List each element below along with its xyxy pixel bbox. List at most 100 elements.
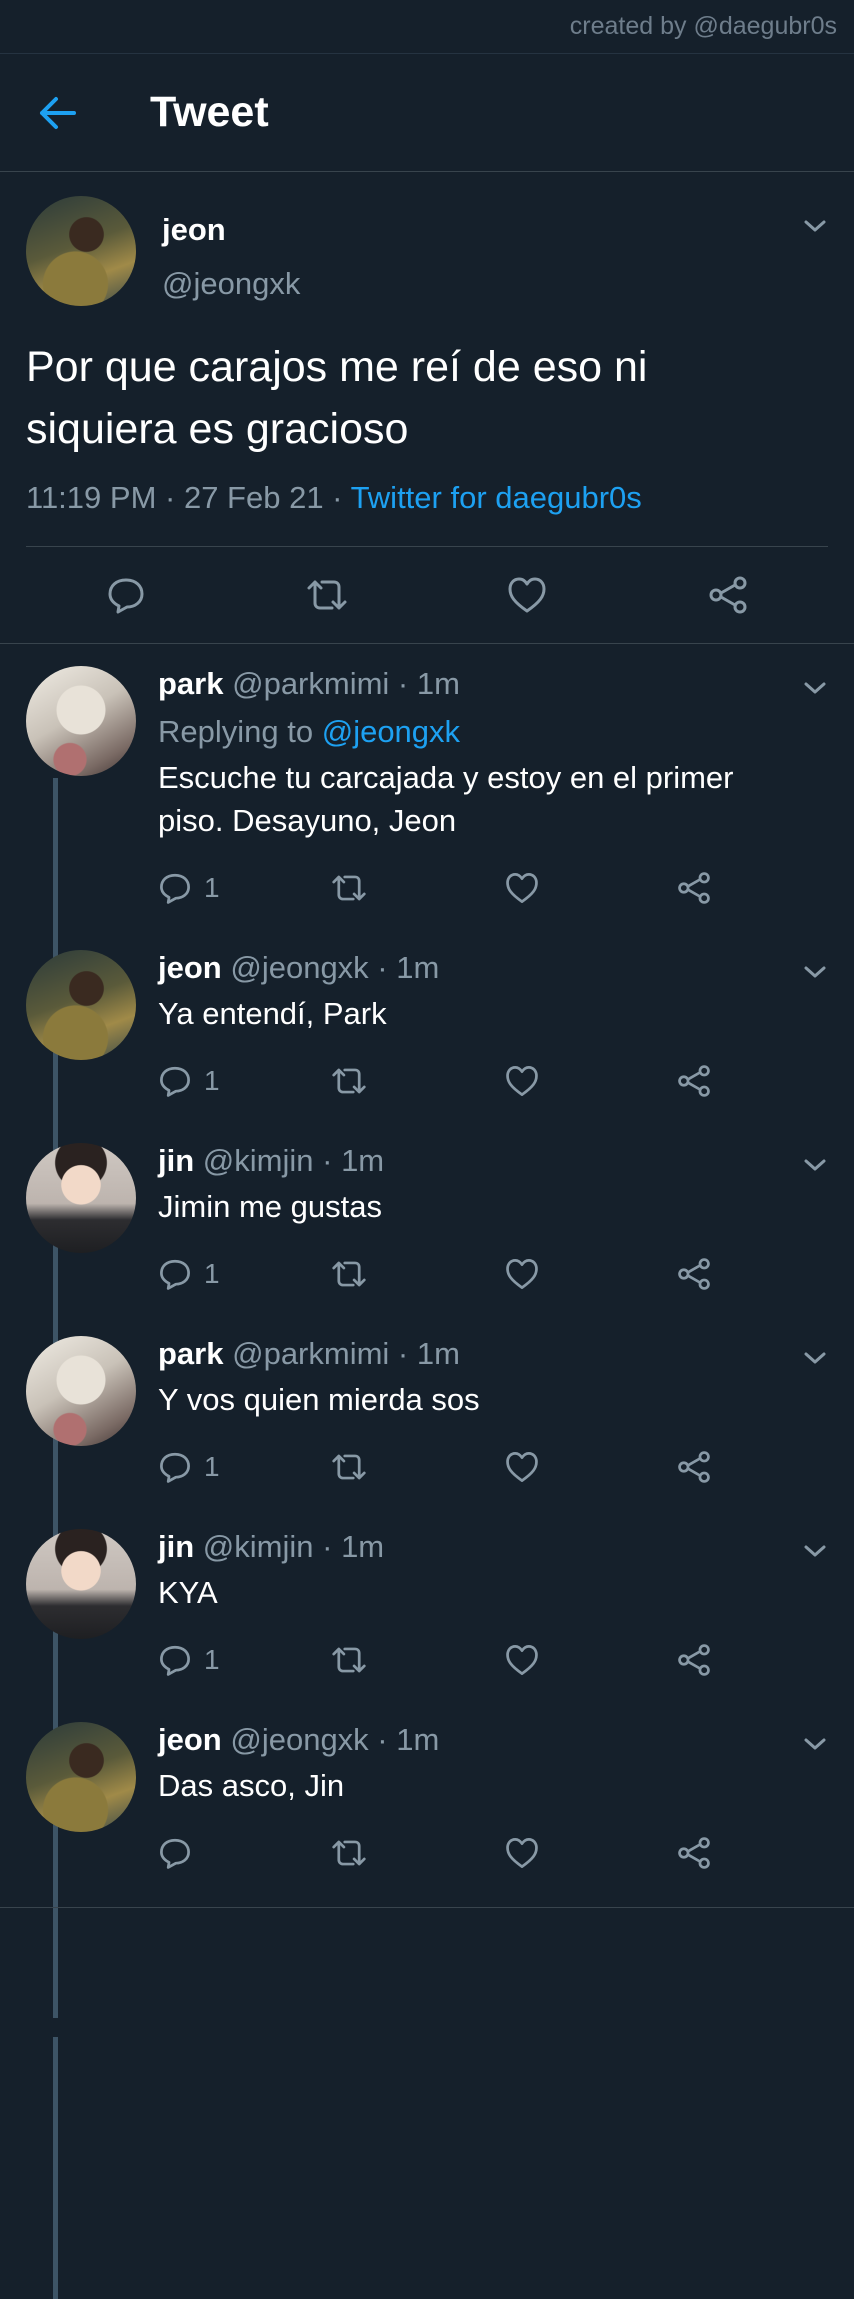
share-button[interactable] (676, 1257, 756, 1291)
retweet-button[interactable] (330, 1643, 504, 1677)
reply-text: Ya entendí, Park (158, 992, 828, 1035)
author-handle[interactable]: @kimjin (203, 1529, 314, 1564)
author-handle[interactable]: @parkmimi (232, 666, 389, 701)
like-button[interactable] (504, 1450, 676, 1484)
retweet-button[interactable] (227, 575, 428, 615)
like-button[interactable] (504, 1836, 676, 1870)
retweet-button[interactable] (330, 871, 504, 905)
chevron-down-icon[interactable] (800, 1155, 830, 1175)
reply-text: Das asco, Jin (158, 1764, 828, 1807)
author-handle[interactable]: @kimjin (203, 1143, 314, 1178)
like-icon (508, 577, 546, 613)
author-name[interactable]: jin (158, 1529, 194, 1564)
back-arrow-icon[interactable] (28, 83, 88, 143)
chevron-down-icon[interactable] (800, 1734, 830, 1754)
reply-count: 1 (204, 1065, 220, 1096)
author-name[interactable]: jeon (162, 212, 300, 248)
retweet-button[interactable] (330, 1257, 504, 1291)
author-handle[interactable]: @jeongxk (230, 950, 368, 985)
share-button[interactable] (628, 575, 829, 615)
chevron-down-icon[interactable] (800, 678, 830, 698)
chevron-down-icon[interactable] (800, 962, 830, 982)
reply-actions: 1 (158, 1041, 828, 1121)
retweet-icon (332, 1647, 366, 1673)
share-icon (709, 576, 747, 614)
main-tweet-actions (0, 547, 854, 644)
retweet-icon (332, 1454, 366, 1480)
reply-count: 1 (204, 1644, 220, 1675)
reply-text-line: Das asco, Jin (158, 1768, 345, 1803)
reply-actions: 1 (158, 1620, 828, 1700)
reply-tweet[interactable]: jeon @jeongxk · 1m Das asco, Jin (0, 1700, 854, 1893)
share-button[interactable] (676, 1643, 756, 1677)
retweet-icon (332, 1840, 366, 1866)
author-name[interactable]: jin (158, 1143, 194, 1178)
retweet-button[interactable] (330, 1450, 504, 1484)
reply-button[interactable]: 1 (158, 1064, 330, 1098)
like-icon (506, 1452, 538, 1482)
like-button[interactable] (427, 575, 628, 615)
reply-button[interactable]: 1 (158, 1450, 330, 1484)
avatar[interactable] (26, 1722, 136, 1832)
reply-icon (160, 1838, 190, 1869)
avatar[interactable] (26, 950, 136, 1060)
tweet-text-line: Por que carajos me reí de eso ni (26, 343, 648, 391)
share-button[interactable] (676, 1450, 756, 1484)
retweet-button[interactable] (330, 1836, 504, 1870)
reply-button[interactable] (158, 1836, 330, 1870)
reply-tweet[interactable]: park @parkmimi · 1m Y vos quien mierda so… (0, 1314, 854, 1507)
reply-button[interactable] (26, 575, 227, 615)
avatar[interactable] (26, 1143, 136, 1253)
reply-tweet[interactable]: park @parkmimi · 1m Replying to @jeongxk E… (0, 644, 854, 928)
share-button[interactable] (676, 1064, 756, 1098)
chevron-down-icon[interactable] (800, 1541, 830, 1561)
author-handle[interactable]: @jeongxk (162, 266, 300, 302)
reply-tweet[interactable]: jeon @jeongxk · 1m Ya entendí, Park 1 (0, 928, 854, 1121)
reply-tweet[interactable]: jin @kimjin · 1m Jimin me gustas 1 (0, 1121, 854, 1314)
tweet-text-line: siquiera es gracioso (26, 405, 409, 453)
like-button[interactable] (504, 1064, 676, 1098)
reply-header: jin @kimjin · 1m (158, 1529, 385, 1564)
reply-button[interactable]: 1 (158, 1643, 330, 1677)
tweet-meta: 11:19 PM · 27 Feb 21 · Twitter for daegu… (26, 480, 828, 547)
tweet-time: 11:19 PM (26, 480, 157, 515)
reply-time: 1m (341, 1143, 385, 1178)
reply-text-line: KYA (158, 1575, 218, 1610)
reply-text-line: Escuche tu carcajada y estoy en el prime… (158, 760, 734, 795)
like-button[interactable] (504, 1257, 676, 1291)
reply-time: 1m (396, 1722, 440, 1757)
avatar[interactable] (26, 666, 136, 776)
reply-tweet[interactable]: jin @kimjin · 1m KYA 1 (0, 1507, 854, 1700)
author-name[interactable]: jeon (158, 950, 222, 985)
replies-list: park @parkmimi · 1m Replying to @jeongxk E… (0, 644, 854, 2299)
reply-button[interactable]: 1 (158, 1257, 330, 1291)
share-button[interactable] (676, 871, 756, 905)
reply-button[interactable]: 1 (158, 871, 330, 905)
chevron-down-icon[interactable] (800, 216, 830, 236)
reply-header: jin @kimjin · 1m (158, 1143, 385, 1178)
reply-header: jeon @jeongxk · 1m (158, 1722, 440, 1757)
author-name[interactable]: jeon (158, 1722, 222, 1757)
avatar[interactable] (26, 1336, 136, 1446)
like-button[interactable] (504, 871, 676, 905)
avatar[interactable] (26, 196, 136, 306)
share-button[interactable] (676, 1836, 756, 1870)
retweet-icon (332, 1068, 366, 1094)
chevron-down-icon[interactable] (800, 1348, 830, 1368)
divider (0, 1907, 854, 1908)
reply-time: 1m (416, 666, 460, 701)
author-handle[interactable]: @parkmimi (232, 1336, 389, 1371)
retweet-button[interactable] (330, 1064, 504, 1098)
author-name[interactable]: park (158, 1336, 223, 1371)
reply-actions (158, 1813, 828, 1893)
like-icon (506, 1645, 538, 1675)
like-icon (506, 1066, 538, 1096)
header: Tweet (0, 54, 854, 172)
mention-link[interactable]: @jeongxk (322, 714, 460, 749)
reply-text-line: piso. Desayuno, Jeon (158, 803, 457, 838)
avatar[interactable] (26, 1529, 136, 1639)
tweet-source-link[interactable]: Twitter for daegubr0s (351, 480, 642, 515)
like-button[interactable] (504, 1643, 676, 1677)
author-handle[interactable]: @jeongxk (230, 1722, 368, 1757)
author-name[interactable]: park (158, 666, 223, 701)
